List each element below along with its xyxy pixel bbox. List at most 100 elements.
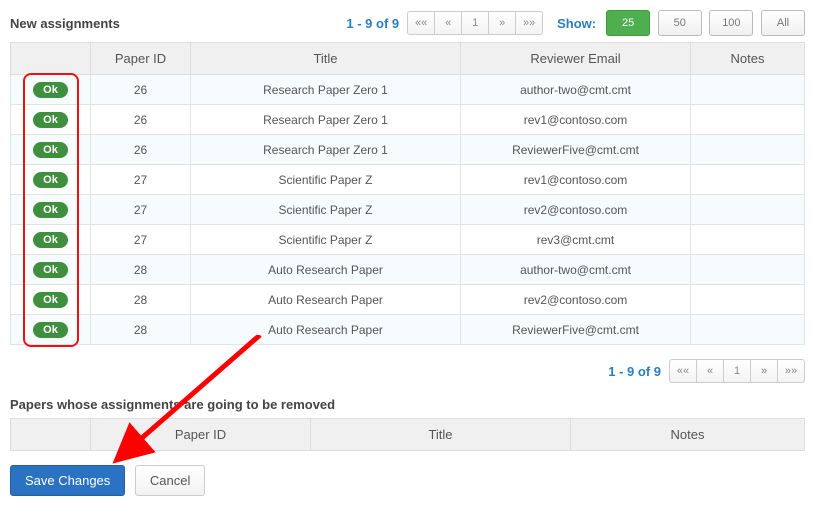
- col-title[interactable]: Title: [191, 43, 461, 75]
- show-label: Show:: [557, 16, 596, 31]
- ok-badge: Ok: [33, 322, 68, 338]
- cell-email: ReviewerFive@cmt.cmt: [461, 135, 691, 165]
- pager-bottom: «« « 1 » »»: [669, 359, 805, 383]
- cell-title: Scientific Paper Z: [191, 165, 461, 195]
- ok-badge: Ok: [33, 172, 68, 188]
- cell-title: Scientific Paper Z: [191, 225, 461, 255]
- table-row: Ok 28Auto Research Paperrev2@contoso.com: [11, 285, 805, 315]
- show-all[interactable]: All: [761, 10, 805, 36]
- pager-page-1-b[interactable]: 1: [723, 359, 751, 383]
- cell-id: 27: [91, 165, 191, 195]
- pager-range-top: 1 - 9 of 9: [346, 16, 399, 31]
- table-row: Ok 27Scientific Paper Zrev1@contoso.com: [11, 165, 805, 195]
- pager-first-b[interactable]: ««: [669, 359, 697, 383]
- cell-notes: [691, 75, 805, 105]
- cell-notes: [691, 315, 805, 345]
- ok-badge: Ok: [33, 292, 68, 308]
- pager-first[interactable]: ««: [407, 11, 435, 35]
- cell-email: ReviewerFive@cmt.cmt: [461, 315, 691, 345]
- cancel-button[interactable]: Cancel: [135, 465, 205, 496]
- cell-title: Auto Research Paper: [191, 285, 461, 315]
- pager-prev-b[interactable]: «: [696, 359, 724, 383]
- cell-status: Ok: [11, 105, 91, 135]
- show-50[interactable]: 50: [658, 10, 702, 36]
- col-notes[interactable]: Notes: [691, 43, 805, 75]
- cell-status: Ok: [11, 165, 91, 195]
- cell-status: Ok: [11, 135, 91, 165]
- cell-notes: [691, 135, 805, 165]
- table-row: Ok 28Auto Research Paperauthor-two@cmt.cm…: [11, 255, 805, 285]
- actions-bar: Save Changes Cancel: [10, 465, 805, 496]
- col-status[interactable]: [11, 43, 91, 75]
- new-assignments-table-wrap: Paper ID Title Reviewer Email Notes Ok 26…: [10, 42, 805, 345]
- section-title-new: New assignments: [10, 16, 120, 31]
- cell-notes: [691, 105, 805, 135]
- ok-badge: Ok: [33, 232, 68, 248]
- cell-email: rev2@contoso.com: [461, 285, 691, 315]
- ok-badge: Ok: [33, 112, 68, 128]
- cell-title: Auto Research Paper: [191, 315, 461, 345]
- cell-title: Research Paper Zero 1: [191, 135, 461, 165]
- r-col-notes[interactable]: Notes: [571, 419, 805, 451]
- cell-email: author-two@cmt.cmt: [461, 255, 691, 285]
- ok-badge: Ok: [33, 142, 68, 158]
- save-button[interactable]: Save Changes: [10, 465, 125, 496]
- pager-next[interactable]: »: [488, 11, 516, 35]
- pager-range-bottom: 1 - 9 of 9: [608, 364, 661, 379]
- cell-status: Ok: [11, 195, 91, 225]
- cell-id: 28: [91, 315, 191, 345]
- cell-email: rev1@contoso.com: [461, 105, 691, 135]
- cell-id: 26: [91, 75, 191, 105]
- cell-status: Ok: [11, 255, 91, 285]
- r-col-paper-id[interactable]: Paper ID: [91, 419, 311, 451]
- ok-badge: Ok: [33, 82, 68, 98]
- pager-prev[interactable]: «: [434, 11, 462, 35]
- table-row: Ok 28Auto Research PaperReviewerFive@cmt.…: [11, 315, 805, 345]
- show-100[interactable]: 100: [709, 10, 753, 36]
- section-title-removed: Papers whose assignments are going to be…: [10, 397, 805, 412]
- cell-id: 27: [91, 195, 191, 225]
- pager-top: «« « 1 » »»: [407, 11, 543, 35]
- cell-id: 26: [91, 135, 191, 165]
- pager-page-1[interactable]: 1: [461, 11, 489, 35]
- removed-table: Paper ID Title Notes: [10, 418, 805, 451]
- cell-email: rev3@cmt.cmt: [461, 225, 691, 255]
- col-email[interactable]: Reviewer Email: [461, 43, 691, 75]
- table-row: Ok 26Research Paper Zero 1ReviewerFive@cm…: [11, 135, 805, 165]
- cell-title: Scientific Paper Z: [191, 195, 461, 225]
- pager-last[interactable]: »»: [515, 11, 543, 35]
- cell-id: 26: [91, 105, 191, 135]
- cell-title: Research Paper Zero 1: [191, 105, 461, 135]
- table-row: Ok 27Scientific Paper Zrev2@contoso.com: [11, 195, 805, 225]
- col-paper-id[interactable]: Paper ID: [91, 43, 191, 75]
- show-group: 25 50 100 All: [602, 10, 805, 36]
- cell-notes: [691, 195, 805, 225]
- new-assignments-table: Paper ID Title Reviewer Email Notes Ok 26…: [10, 42, 805, 345]
- cell-status: Ok: [11, 225, 91, 255]
- table-row: Ok 27Scientific Paper Zrev3@cmt.cmt: [11, 225, 805, 255]
- cell-status: Ok: [11, 285, 91, 315]
- table-row: Ok 26Research Paper Zero 1rev1@contoso.co…: [11, 105, 805, 135]
- ok-badge: Ok: [33, 202, 68, 218]
- cell-id: 27: [91, 225, 191, 255]
- cell-status: Ok: [11, 75, 91, 105]
- cell-id: 28: [91, 255, 191, 285]
- r-col-status[interactable]: [11, 419, 91, 451]
- cell-notes: [691, 255, 805, 285]
- cell-notes: [691, 225, 805, 255]
- cell-notes: [691, 285, 805, 315]
- cell-email: author-two@cmt.cmt: [461, 75, 691, 105]
- cell-status: Ok: [11, 315, 91, 345]
- cell-id: 28: [91, 285, 191, 315]
- r-col-title[interactable]: Title: [311, 419, 571, 451]
- cell-title: Research Paper Zero 1: [191, 75, 461, 105]
- cell-email: rev1@contoso.com: [461, 165, 691, 195]
- pager-next-b[interactable]: »: [750, 359, 778, 383]
- table-row: Ok 26Research Paper Zero 1author-two@cmt.…: [11, 75, 805, 105]
- pager-last-b[interactable]: »»: [777, 359, 805, 383]
- ok-badge: Ok: [33, 262, 68, 278]
- show-25[interactable]: 25: [606, 10, 650, 36]
- cell-title: Auto Research Paper: [191, 255, 461, 285]
- cell-email: rev2@contoso.com: [461, 195, 691, 225]
- cell-notes: [691, 165, 805, 195]
